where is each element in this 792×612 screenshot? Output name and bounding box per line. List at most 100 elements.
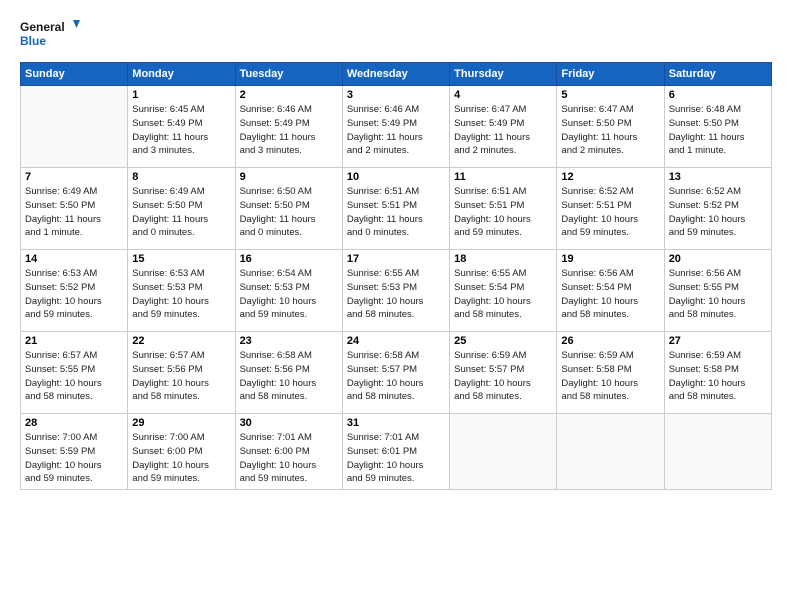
day-info: Sunrise: 6:54 AM Sunset: 5:53 PM Dayligh… bbox=[240, 267, 338, 322]
calendar-cell: 22 Sunrise: 6:57 AM Sunset: 5:56 PM Dayli… bbox=[128, 332, 235, 414]
calendar-row: 14 Sunrise: 6:53 AM Sunset: 5:52 PM Dayli… bbox=[21, 250, 772, 332]
calendar-cell: 25 Sunrise: 6:59 AM Sunset: 5:57 PM Dayli… bbox=[450, 332, 557, 414]
calendar-cell: 20 Sunrise: 6:56 AM Sunset: 5:55 PM Dayli… bbox=[664, 250, 771, 332]
day-number: 9 bbox=[240, 171, 338, 183]
day-info: Sunrise: 7:00 AM Sunset: 5:59 PM Dayligh… bbox=[25, 431, 123, 486]
calendar-cell: 12 Sunrise: 6:52 AM Sunset: 5:51 PM Dayli… bbox=[557, 168, 664, 250]
day-number: 6 bbox=[669, 89, 767, 101]
day-info: Sunrise: 7:01 AM Sunset: 6:01 PM Dayligh… bbox=[347, 431, 445, 486]
day-header: Sunday bbox=[21, 63, 128, 86]
logo: General Blue bbox=[20, 18, 80, 52]
day-number: 30 bbox=[240, 417, 338, 429]
day-info: Sunrise: 7:01 AM Sunset: 6:00 PM Dayligh… bbox=[240, 431, 338, 486]
calendar-table: SundayMondayTuesdayWednesdayThursdayFrid… bbox=[20, 62, 772, 490]
day-info: Sunrise: 6:45 AM Sunset: 5:49 PM Dayligh… bbox=[132, 103, 230, 158]
header-row: SundayMondayTuesdayWednesdayThursdayFrid… bbox=[21, 63, 772, 86]
day-header: Tuesday bbox=[235, 63, 342, 86]
calendar-cell: 27 Sunrise: 6:59 AM Sunset: 5:58 PM Dayli… bbox=[664, 332, 771, 414]
calendar-cell: 24Sunrise: 6:58 AM Sunset: 5:57 PM Dayli… bbox=[342, 332, 449, 414]
day-number: 8 bbox=[132, 171, 230, 183]
day-header: Friday bbox=[557, 63, 664, 86]
day-info: Sunrise: 6:52 AM Sunset: 5:51 PM Dayligh… bbox=[561, 185, 659, 240]
calendar-cell: 21Sunrise: 6:57 AM Sunset: 5:55 PM Dayli… bbox=[21, 332, 128, 414]
day-info: Sunrise: 6:57 AM Sunset: 5:55 PM Dayligh… bbox=[25, 349, 123, 404]
day-number: 12 bbox=[561, 171, 659, 183]
calendar-row: 28 Sunrise: 7:00 AM Sunset: 5:59 PM Dayli… bbox=[21, 414, 772, 490]
day-number: 1 bbox=[132, 89, 230, 101]
day-number: 16 bbox=[240, 253, 338, 265]
calendar-row: 21Sunrise: 6:57 AM Sunset: 5:55 PM Dayli… bbox=[21, 332, 772, 414]
day-info: Sunrise: 6:51 AM Sunset: 5:51 PM Dayligh… bbox=[454, 185, 552, 240]
day-info: Sunrise: 6:55 AM Sunset: 5:54 PM Dayligh… bbox=[454, 267, 552, 322]
day-number: 22 bbox=[132, 335, 230, 347]
calendar-cell: 6 Sunrise: 6:48 AM Sunset: 5:50 PM Daylig… bbox=[664, 86, 771, 168]
day-info: Sunrise: 6:53 AM Sunset: 5:52 PM Dayligh… bbox=[25, 267, 123, 322]
calendar-cell: 19Sunrise: 6:56 AM Sunset: 5:54 PM Dayli… bbox=[557, 250, 664, 332]
logo-svg: General Blue bbox=[20, 18, 80, 52]
day-header: Thursday bbox=[450, 63, 557, 86]
day-number: 27 bbox=[669, 335, 767, 347]
day-number: 7 bbox=[25, 171, 123, 183]
calendar-cell: 5Sunrise: 6:47 AM Sunset: 5:50 PM Daylig… bbox=[557, 86, 664, 168]
day-info: Sunrise: 6:47 AM Sunset: 5:49 PM Dayligh… bbox=[454, 103, 552, 158]
calendar-cell bbox=[21, 86, 128, 168]
calendar-cell bbox=[664, 414, 771, 490]
day-number: 5 bbox=[561, 89, 659, 101]
day-number: 18 bbox=[454, 253, 552, 265]
day-info: Sunrise: 6:48 AM Sunset: 5:50 PM Dayligh… bbox=[669, 103, 767, 158]
svg-text:Blue: Blue bbox=[20, 34, 46, 48]
day-number: 25 bbox=[454, 335, 552, 347]
day-header: Wednesday bbox=[342, 63, 449, 86]
calendar-cell: 29 Sunrise: 7:00 AM Sunset: 6:00 PM Dayli… bbox=[128, 414, 235, 490]
day-number: 26 bbox=[561, 335, 659, 347]
day-info: Sunrise: 6:51 AM Sunset: 5:51 PM Dayligh… bbox=[347, 185, 445, 240]
calendar-cell: 9 Sunrise: 6:50 AM Sunset: 5:50 PM Daylig… bbox=[235, 168, 342, 250]
day-number: 31 bbox=[347, 417, 445, 429]
day-number: 20 bbox=[669, 253, 767, 265]
day-number: 2 bbox=[240, 89, 338, 101]
calendar-cell: 4 Sunrise: 6:47 AM Sunset: 5:49 PM Daylig… bbox=[450, 86, 557, 168]
day-info: Sunrise: 6:56 AM Sunset: 5:55 PM Dayligh… bbox=[669, 267, 767, 322]
day-number: 4 bbox=[454, 89, 552, 101]
day-info: Sunrise: 6:56 AM Sunset: 5:54 PM Dayligh… bbox=[561, 267, 659, 322]
calendar-row: 7 Sunrise: 6:49 AM Sunset: 5:50 PM Daylig… bbox=[21, 168, 772, 250]
day-number: 14 bbox=[25, 253, 123, 265]
calendar-cell: 10Sunrise: 6:51 AM Sunset: 5:51 PM Dayli… bbox=[342, 168, 449, 250]
svg-text:General: General bbox=[20, 20, 65, 34]
calendar-cell: 26 Sunrise: 6:59 AM Sunset: 5:58 PM Dayli… bbox=[557, 332, 664, 414]
calendar-cell: 8 Sunrise: 6:49 AM Sunset: 5:50 PM Daylig… bbox=[128, 168, 235, 250]
day-info: Sunrise: 6:52 AM Sunset: 5:52 PM Dayligh… bbox=[669, 185, 767, 240]
calendar-cell: 2Sunrise: 6:46 AM Sunset: 5:49 PM Daylig… bbox=[235, 86, 342, 168]
calendar-cell: 30 Sunrise: 7:01 AM Sunset: 6:00 PM Dayli… bbox=[235, 414, 342, 490]
calendar-cell: 3 Sunrise: 6:46 AM Sunset: 5:49 PM Daylig… bbox=[342, 86, 449, 168]
day-info: Sunrise: 6:50 AM Sunset: 5:50 PM Dayligh… bbox=[240, 185, 338, 240]
day-info: Sunrise: 6:59 AM Sunset: 5:58 PM Dayligh… bbox=[561, 349, 659, 404]
page: General Blue SundayMondayTuesdayWednesda… bbox=[0, 0, 792, 612]
day-header: Saturday bbox=[664, 63, 771, 86]
day-info: Sunrise: 6:58 AM Sunset: 5:56 PM Dayligh… bbox=[240, 349, 338, 404]
day-header: Monday bbox=[128, 63, 235, 86]
calendar-cell: 17Sunrise: 6:55 AM Sunset: 5:53 PM Dayli… bbox=[342, 250, 449, 332]
header: General Blue bbox=[20, 18, 772, 52]
day-number: 13 bbox=[669, 171, 767, 183]
day-number: 28 bbox=[25, 417, 123, 429]
day-number: 3 bbox=[347, 89, 445, 101]
calendar-cell: 28 Sunrise: 7:00 AM Sunset: 5:59 PM Dayli… bbox=[21, 414, 128, 490]
day-info: Sunrise: 6:59 AM Sunset: 5:58 PM Dayligh… bbox=[669, 349, 767, 404]
day-info: Sunrise: 7:00 AM Sunset: 6:00 PM Dayligh… bbox=[132, 431, 230, 486]
calendar-cell: 7 Sunrise: 6:49 AM Sunset: 5:50 PM Daylig… bbox=[21, 168, 128, 250]
day-info: Sunrise: 6:46 AM Sunset: 5:49 PM Dayligh… bbox=[347, 103, 445, 158]
calendar-cell: 31 Sunrise: 7:01 AM Sunset: 6:01 PM Dayli… bbox=[342, 414, 449, 490]
day-number: 29 bbox=[132, 417, 230, 429]
day-number: 15 bbox=[132, 253, 230, 265]
day-info: Sunrise: 6:49 AM Sunset: 5:50 PM Dayligh… bbox=[132, 185, 230, 240]
day-number: 24 bbox=[347, 335, 445, 347]
calendar-cell: 23Sunrise: 6:58 AM Sunset: 5:56 PM Dayli… bbox=[235, 332, 342, 414]
day-number: 11 bbox=[454, 171, 552, 183]
day-info: Sunrise: 6:57 AM Sunset: 5:56 PM Dayligh… bbox=[132, 349, 230, 404]
day-info: Sunrise: 6:59 AM Sunset: 5:57 PM Dayligh… bbox=[454, 349, 552, 404]
calendar-cell bbox=[450, 414, 557, 490]
day-number: 17 bbox=[347, 253, 445, 265]
day-info: Sunrise: 6:49 AM Sunset: 5:50 PM Dayligh… bbox=[25, 185, 123, 240]
calendar-cell: 14 Sunrise: 6:53 AM Sunset: 5:52 PM Dayli… bbox=[21, 250, 128, 332]
